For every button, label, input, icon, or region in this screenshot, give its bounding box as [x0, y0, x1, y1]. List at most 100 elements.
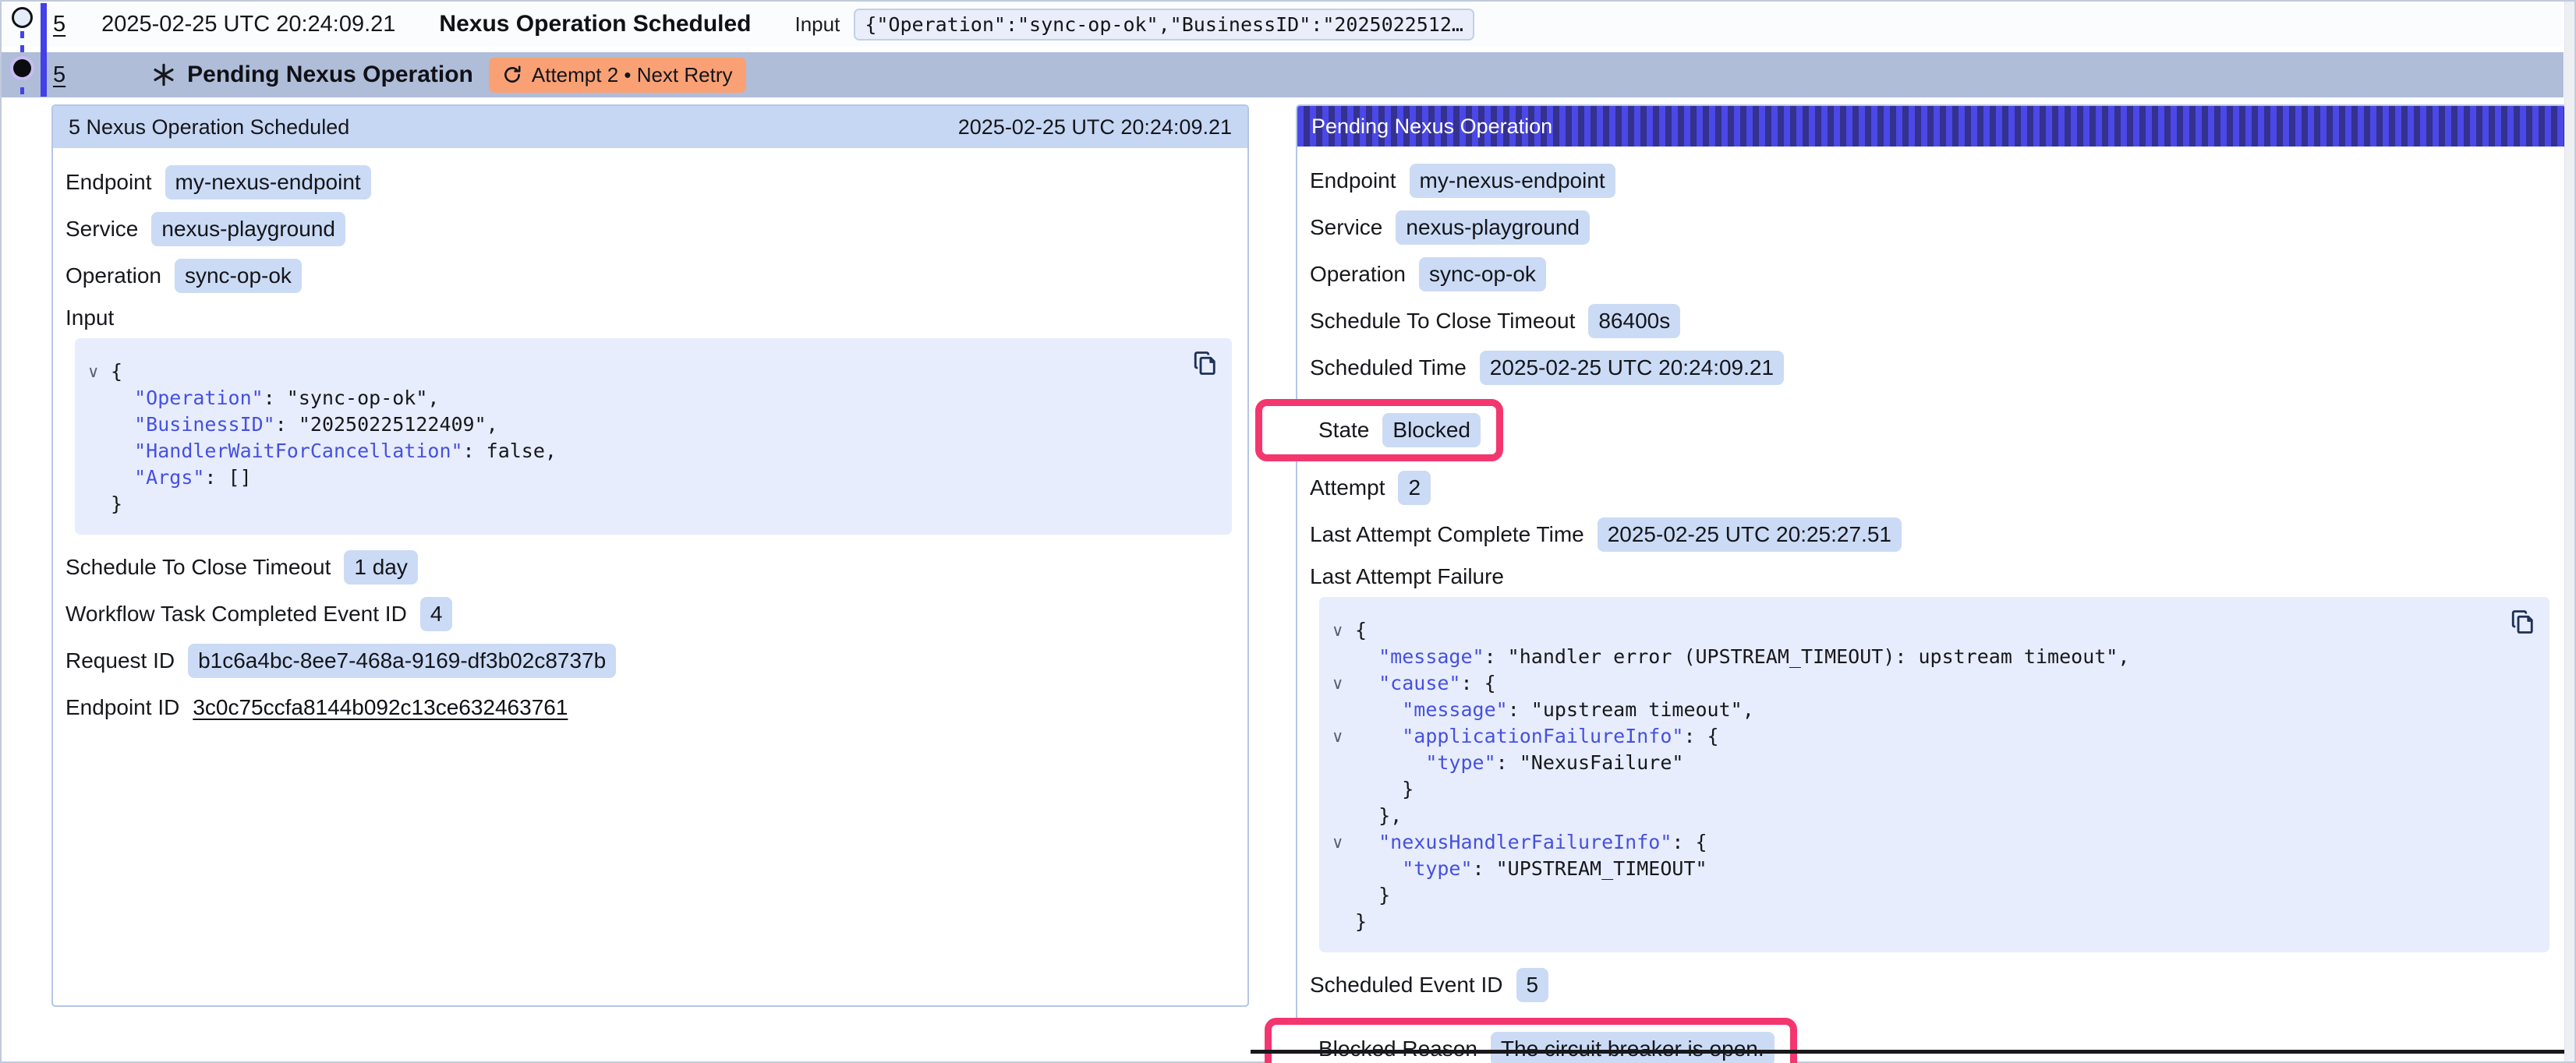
chevron-spacer	[1329, 856, 1355, 882]
field-label: Last Attempt Complete Time	[1310, 522, 1584, 547]
pending-panel-title: Pending Nexus Operation	[1311, 115, 1552, 139]
field-operation: Operation sync-op-ok	[1310, 257, 2549, 291]
field-scheduled-time: Scheduled Time 2025-02-25 UTC 20:24:09.2…	[1310, 351, 2549, 385]
pending-event-id-link[interactable]: 5	[53, 62, 65, 88]
field-scheduled-event-id: Scheduled Event ID 5	[1310, 968, 2549, 1002]
code-line: "BusinessID": "20250225122409",	[84, 411, 1215, 438]
field-label: Operation	[1310, 262, 1406, 287]
code-line-text: "BusinessID": "20250225122409",	[111, 411, 498, 438]
chevron-spacer	[1329, 750, 1355, 776]
chevron-spacer	[84, 464, 111, 491]
field-service: Service nexus-playground	[65, 212, 1232, 246]
field-service: Service nexus-playground	[1310, 210, 2549, 245]
scheduled-panel-timestamp: 2025-02-25 UTC 20:24:09.21	[958, 115, 1232, 139]
code-line: "message": "handler error (UPSTREAM_TIME…	[1329, 644, 2532, 670]
field-label: Workflow Task Completed Event ID	[65, 602, 407, 627]
field-last-attempt-complete-time: Last Attempt Complete Time 2025-02-25 UT…	[1310, 517, 2549, 552]
field-value-badge: 5	[1516, 968, 1549, 1002]
field-label: Endpoint ID	[65, 695, 179, 720]
collapse-chevron-icon[interactable]: ∨	[1329, 670, 1355, 697]
pending-asterisk-icon	[151, 62, 176, 87]
blocked-reason-value-badge: The circuit breaker is open.	[1491, 1032, 1775, 1063]
event-row-nexus-operation-scheduled[interactable]: 5 2025-02-25 UTC 20:24:09.21 Nexus Opera…	[2, 2, 2564, 47]
endpoint-id-link[interactable]: 3c0c75ccfa8144b092c13ce632463761	[193, 695, 568, 720]
field-label: Service	[65, 217, 138, 242]
field-label: Endpoint	[1310, 168, 1396, 193]
field-endpoint: Endpoint my-nexus-endpoint	[1310, 164, 2549, 198]
code-line-text: }	[1355, 776, 1414, 803]
code-line-text: "Args": []	[111, 464, 252, 491]
code-line: ∨{	[84, 358, 1215, 385]
event-timeline-gutter	[2, 2, 51, 103]
field-label: State	[1318, 418, 1369, 443]
code-line: "HandlerWaitForCancellation": false,	[84, 438, 1215, 464]
code-line-text: }	[1355, 882, 1390, 909]
retry-badge-text: Attempt 2 • Next Retry	[532, 63, 733, 87]
input-section-label: Input	[65, 305, 1232, 330]
scheduled-panel-title: 5 Nexus Operation Scheduled	[69, 115, 349, 139]
field-value-badge: my-nexus-endpoint	[165, 165, 371, 200]
field-workflow-task-completed-event-id: Workflow Task Completed Event ID 4	[65, 597, 1232, 631]
chevron-spacer	[1329, 776, 1355, 803]
field-value-badge: 4	[420, 597, 453, 631]
code-line-text: "applicationFailureInfo": {	[1355, 723, 1719, 750]
copy-icon[interactable]	[1191, 349, 1219, 377]
field-schedule-to-close-timeout: Schedule To Close Timeout 86400s	[1310, 304, 2549, 338]
code-line: "type": "UPSTREAM_TIMEOUT"	[1329, 856, 2532, 882]
field-label: Blocked Reason	[1318, 1037, 1477, 1061]
state-highlight-annotation: State Blocked	[1255, 399, 1503, 461]
code-line: },	[1329, 803, 2532, 829]
event-timestamp: 2025-02-25 UTC 20:24:09.21	[101, 12, 395, 37]
field-value-badge: 2025-02-25 UTC 20:24:09.21	[1480, 351, 1784, 385]
failure-json-viewer: ∨{ "message": "handler error (UPSTREAM_T…	[1319, 597, 2549, 952]
retry-status-badge: Attempt 2 • Next Retry	[489, 58, 746, 93]
pending-event-title: Pending Nexus Operation	[187, 62, 473, 88]
code-line: "Args": []	[84, 464, 1215, 491]
field-attempt: Attempt 2	[1310, 471, 2549, 505]
copy-icon[interactable]	[2509, 608, 2537, 636]
timeline-open-circle-icon	[12, 7, 33, 28]
event-detail-panels: 5 Nexus Operation Scheduled 2025-02-25 U…	[2, 104, 2574, 1054]
code-line-text: "message": "upstream timeout",	[1355, 697, 1754, 723]
field-label: Endpoint	[65, 170, 152, 195]
event-id-link[interactable]: 5	[53, 12, 65, 37]
field-label: Scheduled Time	[1310, 355, 1467, 380]
code-line: ∨ "cause": {	[1329, 670, 2532, 697]
code-line: ∨ "applicationFailureInfo": {	[1329, 723, 2532, 750]
chevron-spacer	[84, 411, 111, 438]
chevron-spacer	[1329, 909, 1355, 935]
field-value-badge: nexus-playground	[1396, 210, 1590, 245]
retry-icon	[502, 65, 522, 85]
scheduled-panel-header: 5 Nexus Operation Scheduled 2025-02-25 U…	[53, 106, 1247, 148]
collapse-chevron-icon[interactable]: ∨	[84, 358, 111, 385]
code-line-text: }	[111, 491, 122, 517]
code-line-text: "Operation": "sync-op-ok",	[111, 385, 439, 411]
vertical-scrollbar[interactable]	[2564, 2, 2574, 1061]
code-line-text: }	[1355, 909, 1367, 935]
code-line: ∨{	[1329, 617, 2532, 644]
field-value-badge: 1 day	[344, 550, 418, 584]
chevron-spacer	[1329, 644, 1355, 670]
field-value-badge: nexus-playground	[151, 212, 345, 246]
collapse-chevron-icon[interactable]: ∨	[1329, 829, 1355, 856]
code-line: }	[1329, 909, 2532, 935]
code-line: "type": "NexusFailure"	[1329, 750, 2532, 776]
field-endpoint: Endpoint my-nexus-endpoint	[65, 165, 1232, 200]
field-label: Schedule To Close Timeout	[1310, 309, 1575, 334]
scheduled-panel-body: Endpoint my-nexus-endpoint Service nexus…	[53, 148, 1247, 753]
field-label: Service	[1310, 215, 1382, 240]
code-line: }	[1329, 776, 2532, 803]
collapse-chevron-icon[interactable]: ∨	[1329, 723, 1355, 750]
code-line-text: "type": "NexusFailure"	[1355, 750, 1683, 776]
input-preview-badge[interactable]: {"Operation":"sync-op-ok","BusinessID":"…	[854, 9, 1474, 41]
input-label: Input	[795, 12, 840, 37]
field-operation: Operation sync-op-ok	[65, 259, 1232, 293]
timeline-filled-circle-icon	[13, 59, 31, 77]
event-row-pending-nexus-operation[interactable]: 5 Pending Nexus Operation Attempt 2 • Ne…	[2, 52, 2564, 97]
collapse-chevron-icon[interactable]: ∨	[1329, 617, 1355, 644]
blocked-reason-highlight-annotation: Blocked Reason The circuit breaker is op…	[1265, 1018, 1797, 1063]
code-line-text: "HandlerWaitForCancellation": false,	[111, 438, 557, 464]
chevron-spacer	[1329, 697, 1355, 723]
chevron-spacer	[84, 385, 111, 411]
code-line: }	[1329, 882, 2532, 909]
